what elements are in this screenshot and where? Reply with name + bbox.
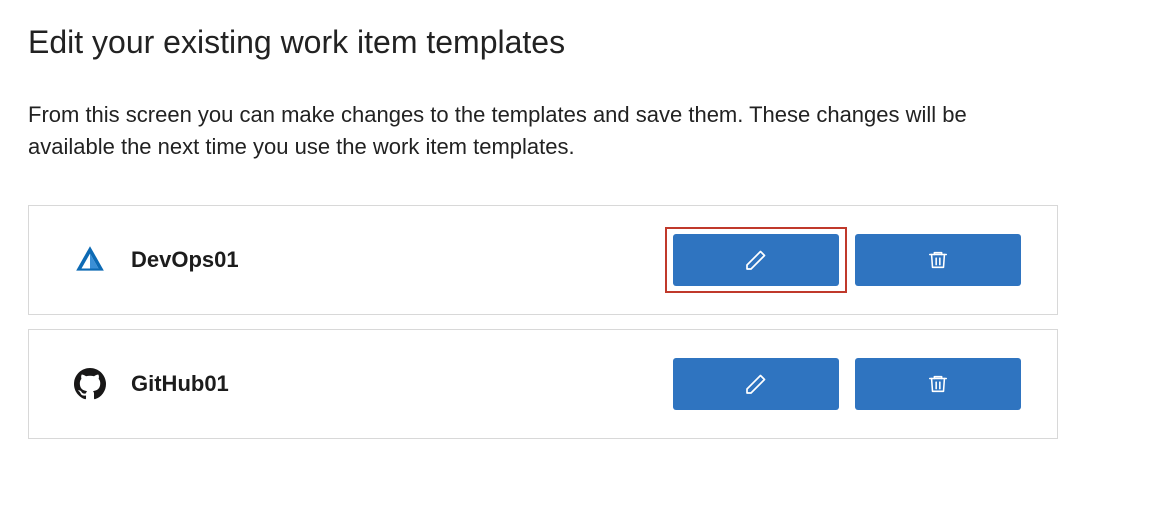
page-title: Edit your existing work item templates (28, 24, 1138, 61)
template-actions (673, 358, 1021, 410)
template-name: DevOps01 (131, 247, 239, 273)
template-row: DevOps01 (28, 205, 1058, 315)
github-icon (74, 368, 106, 400)
github-icon (73, 367, 107, 401)
template-row: GitHub01 (28, 329, 1058, 439)
template-name: GitHub01 (131, 371, 229, 397)
trash-icon (927, 373, 949, 395)
azure-devops-icon (73, 243, 107, 277)
delete-button[interactable] (855, 358, 1021, 410)
edit-button-wrap (665, 227, 847, 293)
pencil-icon (744, 372, 768, 396)
template-actions (673, 234, 1021, 286)
edit-button[interactable] (673, 358, 839, 410)
edit-button[interactable] (673, 234, 839, 286)
trash-icon (927, 249, 949, 271)
edit-button-wrap (673, 358, 839, 410)
page-description: From this screen you can make changes to… (28, 99, 1048, 163)
delete-button[interactable] (855, 234, 1021, 286)
template-list: DevOps01 GitHub01 (28, 205, 1058, 439)
pencil-icon (744, 248, 768, 272)
azure-devops-icon (73, 243, 107, 277)
